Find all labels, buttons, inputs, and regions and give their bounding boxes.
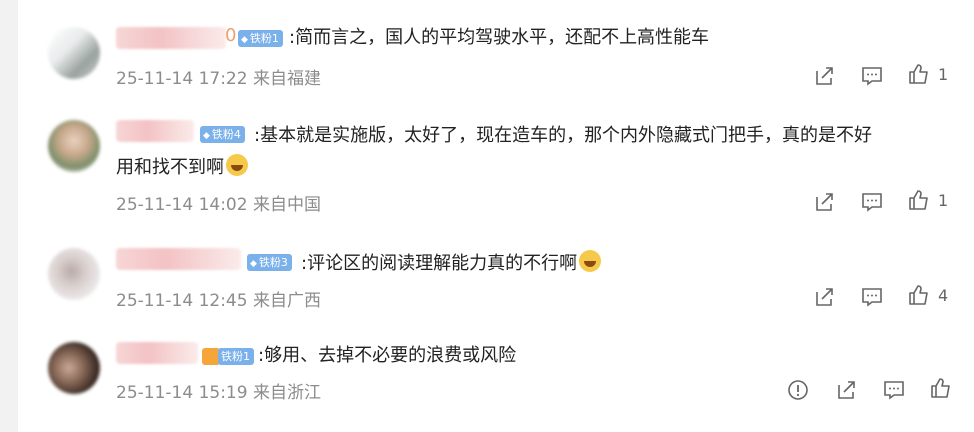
username-tail: 0 xyxy=(225,25,237,46)
fan-badge: ◆ 铁粉4 xyxy=(200,126,245,143)
comment-item: ◆ 铁粉3 :评论区的阅读理解能力真的不行啊 25-11-14 12:45 来自广… xyxy=(48,248,974,318)
like-button[interactable] xyxy=(908,189,930,211)
diamond-icon: ◆ xyxy=(203,131,210,141)
fan-badge-label: 铁粉4 xyxy=(211,128,241,141)
comment-icon xyxy=(862,67,882,86)
fan-badge-label: 铁粉3 xyxy=(258,256,288,269)
comment-button[interactable] xyxy=(861,286,883,308)
comment-icon xyxy=(884,381,904,400)
comment-location: 来自浙江 xyxy=(252,383,321,403)
share-button[interactable] xyxy=(813,191,835,213)
comment-item: 铁粉1 :够用、去掉不必要的浪费或风险 25-11-14 15:19 来自浙江 xyxy=(48,342,974,412)
fan-badge-label: 铁粉1 xyxy=(221,350,250,363)
comment-text-continued: 用和找不到啊 xyxy=(116,152,248,184)
like-button[interactable] xyxy=(908,63,930,85)
share-button[interactable] xyxy=(813,286,835,308)
report-icon xyxy=(788,380,808,400)
comment-item: ◆ 铁粉4 :基本就是实施版，太好了，现在造车的，那个内外隐藏式门把手，真的是不好… xyxy=(48,120,974,220)
like-icon xyxy=(909,285,928,305)
comment-location: 来自中国 xyxy=(252,195,321,215)
comment-location: 来自广西 xyxy=(252,291,321,311)
comment-text: :评论区的阅读理解能力真的不行啊 xyxy=(301,248,602,280)
share-icon xyxy=(838,381,855,399)
share-button[interactable] xyxy=(813,65,835,87)
laughing-emoji-icon xyxy=(579,250,602,272)
avatar[interactable] xyxy=(48,342,100,394)
like-button[interactable] xyxy=(908,284,930,306)
comment-icon xyxy=(862,193,882,212)
comment-button[interactable] xyxy=(861,65,883,87)
comment-meta: 25-11-14 15:19 来自浙江 xyxy=(116,378,321,403)
like-count: 4 xyxy=(938,286,949,305)
comment-text-line2: 用和找不到啊 xyxy=(116,157,224,178)
comment-button[interactable] xyxy=(883,379,905,401)
avatar[interactable] xyxy=(48,27,100,79)
comment-time: 25-11-14 12:45 xyxy=(116,291,248,311)
fan-badge-label: 铁粉1 xyxy=(249,32,279,45)
comment-button[interactable] xyxy=(861,191,883,213)
comment-text: :简而言之，国人的平均驾驶水平，还配不上高性能车 xyxy=(289,27,710,48)
laughing-emoji-icon xyxy=(226,154,248,176)
comment-time: 25-11-14 15:19 xyxy=(116,383,248,403)
avatar[interactable] xyxy=(48,120,100,172)
share-icon xyxy=(816,67,833,85)
avatar[interactable] xyxy=(48,248,100,300)
comment-time: 25-11-14 14:02 xyxy=(116,195,248,215)
username-blurred[interactable] xyxy=(116,248,241,270)
like-count: 1 xyxy=(938,65,949,84)
fan-badge: 铁粉1 xyxy=(218,348,254,365)
like-icon xyxy=(909,64,928,84)
share-icon xyxy=(816,193,833,211)
fan-badge: ◆ 铁粉1 xyxy=(238,30,283,47)
fan-badge: ◆ 铁粉3 xyxy=(247,254,292,271)
comment-icon xyxy=(862,288,882,307)
username-blurred[interactable] xyxy=(116,342,198,364)
left-rail xyxy=(0,0,18,432)
like-icon xyxy=(909,190,928,210)
username-blurred[interactable] xyxy=(116,27,226,49)
comment-meta: 25-11-14 17:22 来自福建 xyxy=(116,64,321,89)
comment-time: 25-11-14 17:22 xyxy=(116,69,248,89)
comment-text: :够用、去掉不必要的浪费或风险 xyxy=(258,345,517,366)
comment-text-body: :评论区的阅读理解能力真的不行啊 xyxy=(301,253,578,274)
share-button[interactable] xyxy=(835,379,857,401)
comment-meta: 25-11-14 12:45 来自广西 xyxy=(116,286,321,311)
report-button[interactable] xyxy=(787,379,809,401)
comment-item: 0 ◆ 铁粉1 :简而言之，国人的平均驾驶水平，还配不上高性能车 25-11-14… xyxy=(48,25,974,97)
diamond-icon: ◆ xyxy=(250,259,257,269)
like-button[interactable] xyxy=(930,377,952,399)
like-count: 1 xyxy=(938,191,949,210)
username-blurred[interactable] xyxy=(116,120,194,142)
like-icon xyxy=(931,378,950,398)
diamond-icon: ◆ xyxy=(241,35,248,45)
comment-text: :基本就是实施版，太好了，现在造车的，那个内外隐藏式门把手，真的是不好 xyxy=(254,125,873,146)
share-icon xyxy=(816,288,833,306)
comment-location: 来自福建 xyxy=(252,69,321,89)
comment-meta: 25-11-14 14:02 来自中国 xyxy=(116,190,321,215)
